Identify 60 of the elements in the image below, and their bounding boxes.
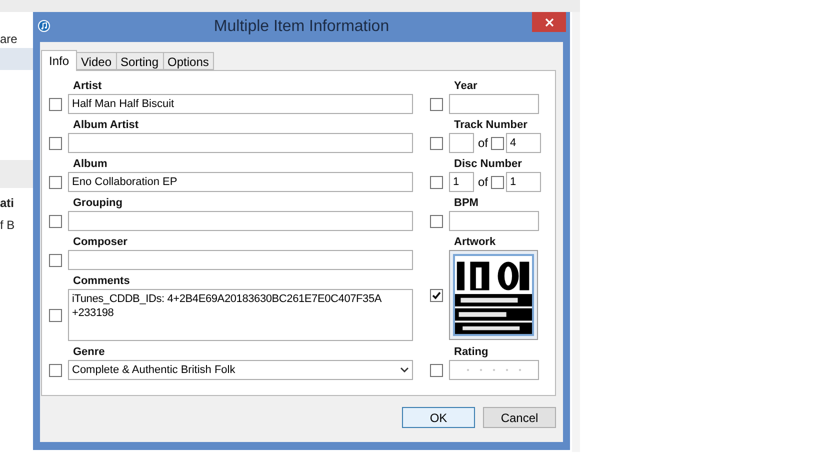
- rating-field[interactable]: [449, 360, 539, 380]
- text-field[interactable]: [68, 211, 413, 231]
- close-button[interactable]: [532, 12, 566, 32]
- checkbox[interactable]: [430, 214, 443, 228]
- list-text: are: [0, 31, 18, 48]
- checkbox[interactable]: [430, 288, 443, 302]
- checkbox[interactable]: [49, 176, 62, 188]
- checkbox[interactable]: [49, 308, 62, 322]
- field-label: Composer: [72, 236, 128, 249]
- field-label: Artist: [72, 80, 103, 93]
- checkbox[interactable]: [491, 176, 504, 188]
- checkbox[interactable]: [430, 136, 443, 150]
- field-label: Comments: [72, 275, 131, 288]
- text-field[interactable]: Half Man Half Biscuit: [68, 94, 413, 114]
- text-field[interactable]: Eno Collaboration EP: [68, 172, 413, 192]
- text-field[interactable]: [68, 250, 413, 270]
- input-field[interactable]: [449, 211, 539, 231]
- field-label: Genre: [72, 346, 106, 359]
- field-label: Artwork: [453, 236, 497, 249]
- total-field[interactable]: 1: [506, 172, 542, 192]
- tab[interactable]: Sorting: [116, 52, 164, 70]
- checkbox[interactable]: [49, 214, 62, 228]
- of-label: of: [478, 135, 488, 152]
- of-label: of: [478, 174, 488, 191]
- input-field[interactable]: [449, 94, 539, 114]
- list-text: f B: [0, 217, 16, 234]
- checkbox[interactable]: [49, 136, 62, 150]
- checkbox[interactable]: [49, 98, 62, 110]
- tab[interactable]: Video: [76, 52, 116, 70]
- field-label: Album Artist: [72, 119, 140, 132]
- header-band: [0, 160, 33, 188]
- ok-button[interactable]: OK: [402, 407, 475, 428]
- checkbox[interactable]: [430, 364, 443, 376]
- app-icon: [38, 20, 50, 32]
- field-label: Grouping: [72, 197, 124, 210]
- checkbox[interactable]: [430, 98, 443, 110]
- window-title: Multiple Item Information: [214, 17, 390, 37]
- genre-dropdown[interactable]: Complete & Authentic British Folk: [68, 360, 413, 380]
- field-label: Year: [453, 80, 478, 93]
- cancel-button[interactable]: Cancel: [483, 407, 556, 428]
- field-label: Track Number: [453, 119, 528, 132]
- number-field[interactable]: [449, 133, 474, 153]
- checkbox[interactable]: [49, 254, 62, 266]
- selected-row: [0, 48, 33, 70]
- field-label: BPM: [453, 197, 480, 210]
- number-field[interactable]: 1: [449, 172, 474, 192]
- tab[interactable]: Options: [162, 52, 214, 70]
- total-field[interactable]: 4: [506, 133, 542, 153]
- checkbox[interactable]: [491, 136, 504, 150]
- field-label: Disc Number: [453, 158, 523, 171]
- chevron-icon: [400, 367, 409, 373]
- tab[interactable]: Info: [41, 50, 78, 71]
- field-label: Album: [72, 158, 108, 171]
- close-icon: [544, 18, 554, 26]
- checkbox[interactable]: [430, 176, 443, 188]
- list-text: ati: [0, 195, 16, 212]
- text-field[interactable]: [68, 133, 413, 153]
- field-label: Rating: [453, 346, 490, 359]
- comments-field[interactable]: iTunes_CDDB_IDs: 4+2B4E69A20183630BC261E7E0C407F35A +233198: [68, 289, 413, 341]
- checkbox[interactable]: [49, 364, 62, 376]
